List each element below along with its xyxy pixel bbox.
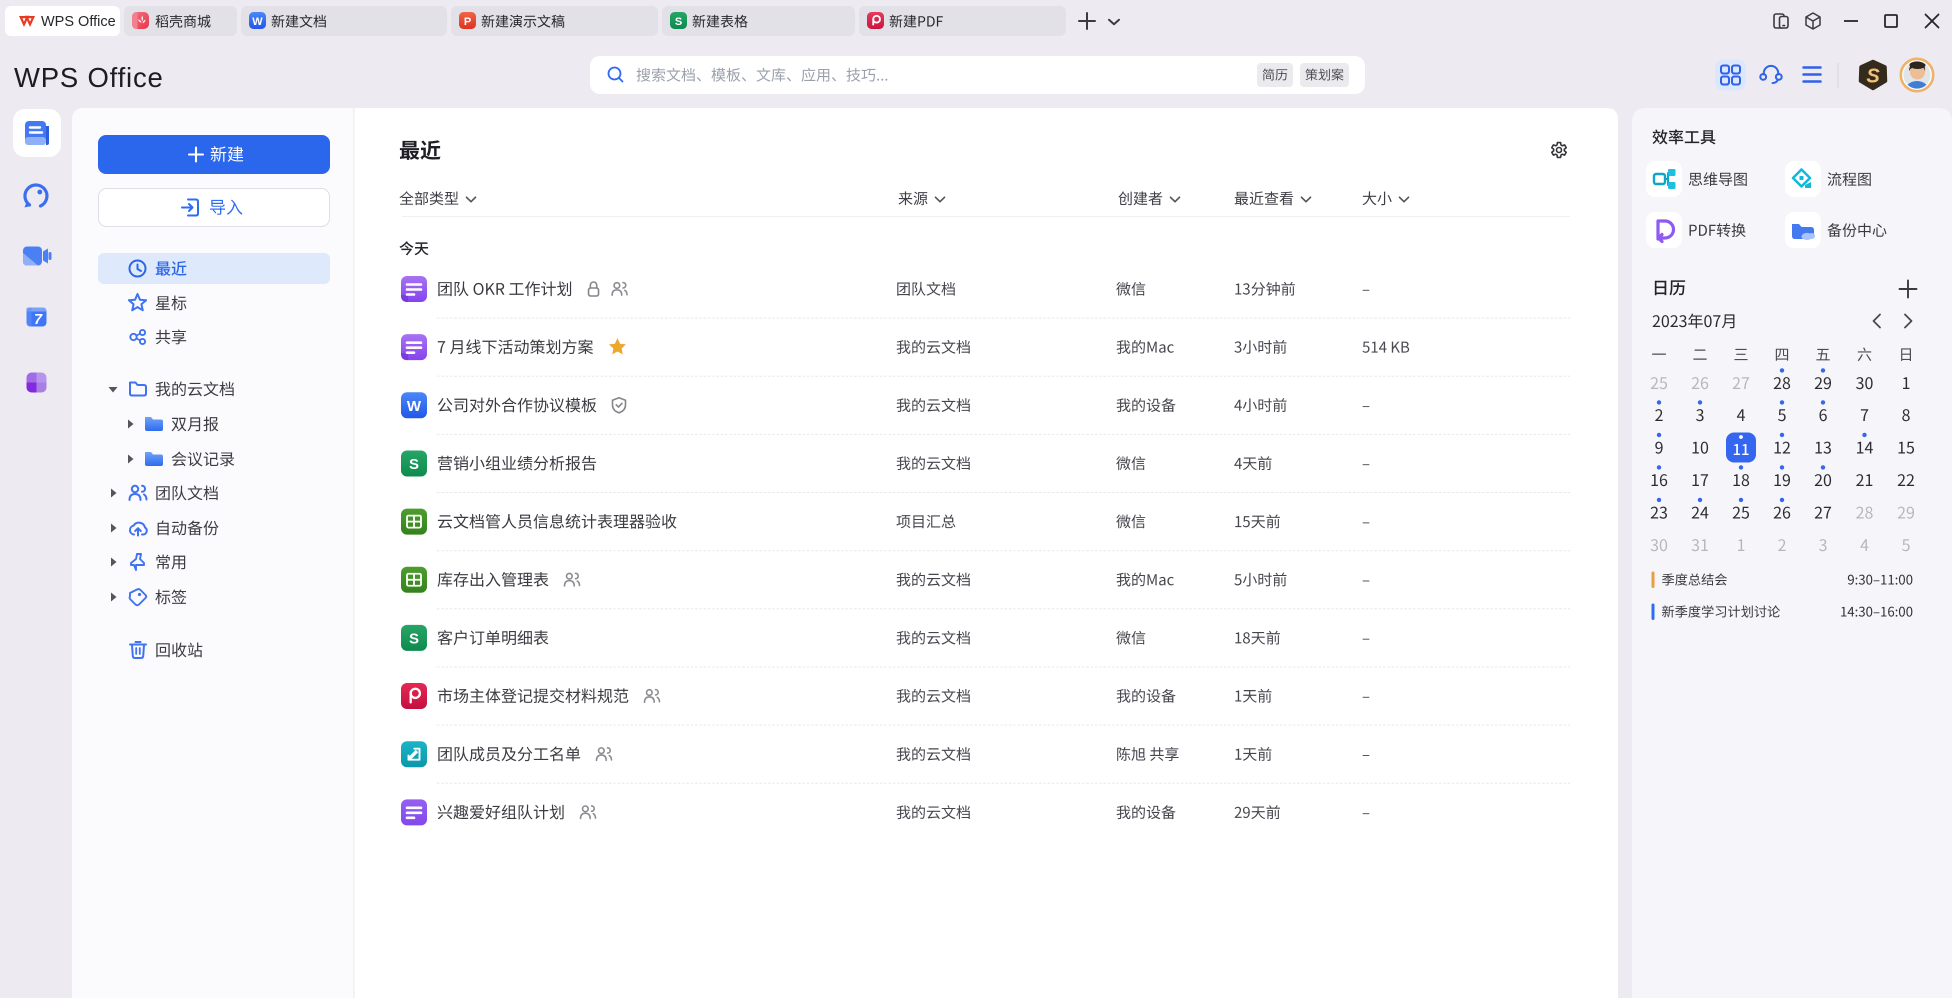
svg-text:WPS Office: WPS Office <box>41 14 116 30</box>
svg-text:7: 7 <box>34 312 43 328</box>
svg-text:S: S <box>675 16 682 28</box>
svg-text:P: P <box>464 16 471 28</box>
svg-text:W: W <box>252 16 263 28</box>
svg-text:WPS Office: WPS Office <box>14 62 164 93</box>
svg-text:S: S <box>409 456 419 473</box>
svg-text:S: S <box>1866 66 1880 88</box>
svg-text:S: S <box>409 631 419 648</box>
svg-text:W: W <box>407 398 422 415</box>
